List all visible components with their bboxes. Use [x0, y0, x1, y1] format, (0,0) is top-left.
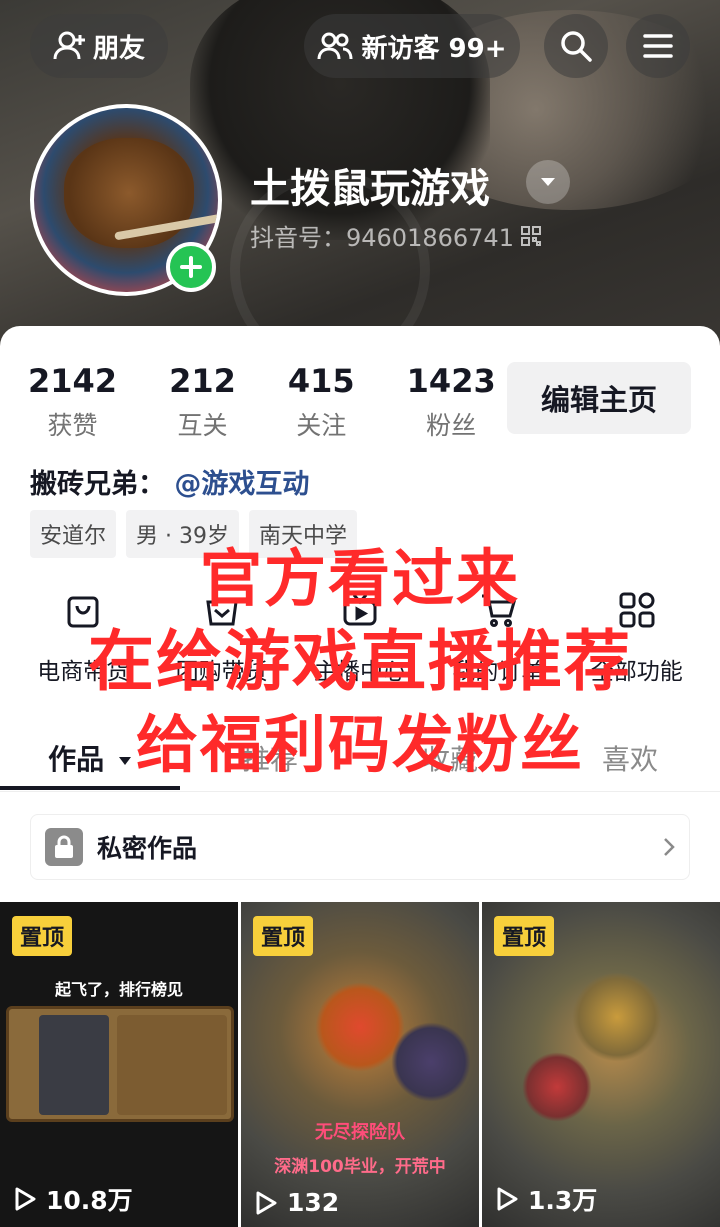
stat-value: 415 [287, 362, 355, 400]
video-subcaption: 深渊100毕业，开荒中 [274, 1157, 446, 1177]
play-count: 1.3万 [496, 1181, 597, 1217]
profile-header: 朋友 新访客 99+ 土拨鼠玩游戏 抖音号：94601866741 [0, 0, 720, 360]
tab-underline [0, 786, 180, 790]
plus-icon [179, 255, 203, 279]
menu-button[interactable] [626, 14, 690, 78]
video-caption: 无尽探险队 [315, 1122, 405, 1143]
chevron-right-icon [663, 837, 675, 857]
private-works-label: 私密作品 [97, 834, 198, 863]
account-switch-button[interactable] [526, 160, 570, 204]
video-thumbnail[interactable]: 起飞了，排行榜见 置顶 10.8万 [0, 902, 238, 1227]
stat-label: 粉丝 [426, 411, 477, 440]
lock-icon [45, 828, 83, 866]
edit-profile-button[interactable]: 编辑主页 [507, 362, 691, 434]
stats-row: 2142 获赞 212 互关 415 关注 1423 粉丝 [28, 362, 548, 442]
game-panel [117, 1015, 227, 1115]
search-button[interactable] [544, 14, 608, 78]
visitors-icon [317, 31, 353, 61]
stat-label: 互关 [177, 411, 228, 440]
stat-value: 212 [169, 362, 236, 400]
add-avatar-button[interactable] [166, 242, 216, 292]
search-icon [559, 29, 593, 63]
douyin-id-text: 抖音号：94601866741 [250, 224, 514, 252]
stat-following[interactable]: 415 关注 [288, 362, 355, 442]
douyin-id[interactable]: 抖音号：94601866741 [250, 218, 542, 253]
play-count-text: 1.3万 [528, 1186, 598, 1215]
stat-value: 1423 [406, 362, 496, 400]
pinned-badge: 置顶 [253, 916, 314, 956]
stat-label: 关注 [296, 411, 347, 440]
game-hero-image [391, 1022, 471, 1102]
video-grid: 起飞了，排行榜见 置顶 10.8万 无尽探险队 深渊100毕业，开荒中 置顶 1… [0, 902, 720, 1227]
pinned-badge: 置顶 [494, 916, 555, 956]
friends-label: 朋友 [92, 33, 145, 64]
visitors-label: 新访客 99+ [361, 33, 507, 64]
stat-mutual[interactable]: 212 互关 [169, 362, 236, 442]
new-visitors-button[interactable]: 新访客 99+ [304, 14, 520, 78]
play-count: 132 [255, 1188, 339, 1217]
stat-likes[interactable]: 2142 获赞 [28, 362, 117, 442]
stat-followers[interactable]: 1423 粉丝 [407, 362, 496, 442]
private-works-row[interactable]: 私密作品 [30, 814, 690, 880]
caret-down-icon [540, 177, 556, 187]
play-icon [255, 1191, 277, 1215]
pinned-badge: 置顶 [12, 916, 73, 956]
bio: 搬砖兄弟： @游戏互动 [30, 462, 309, 501]
overlay-text-line3: 给福利码发粉丝 [135, 708, 584, 781]
play-count-text: 10.8万 [46, 1186, 133, 1215]
stat-label: 获赞 [47, 411, 98, 440]
play-icon [14, 1187, 36, 1211]
video-thumbnail[interactable]: 无尽探险队 深渊100毕业，开荒中 置顶 132 [241, 902, 479, 1227]
game-screenshot [6, 1006, 234, 1122]
video-thumbnail[interactable]: 置顶 1.3万 [482, 902, 720, 1227]
video-caption: 起飞了，排行榜见 [54, 980, 183, 999]
overlay-text-line2: 在给游戏直播推荐 [88, 623, 632, 700]
play-count: 10.8万 [14, 1181, 133, 1217]
username: 土拨鼠玩游戏 [250, 166, 490, 212]
game-panel [39, 1015, 109, 1115]
stat-value: 2142 [28, 362, 118, 400]
play-count-text: 132 [287, 1188, 340, 1217]
qr-code-icon[interactable] [520, 225, 542, 247]
bio-prefix: 搬砖兄弟： [30, 469, 165, 500]
friends-button[interactable]: 朋友 [30, 14, 168, 78]
menu-icon [642, 32, 674, 60]
game-hero-image [522, 1052, 592, 1122]
overlay-text-line1: 官方看过来 [199, 542, 520, 615]
bio-mention-link[interactable]: @游戏互动 [174, 469, 309, 500]
add-friend-icon [53, 29, 87, 63]
game-hero-image [572, 972, 662, 1062]
play-icon [496, 1187, 518, 1211]
